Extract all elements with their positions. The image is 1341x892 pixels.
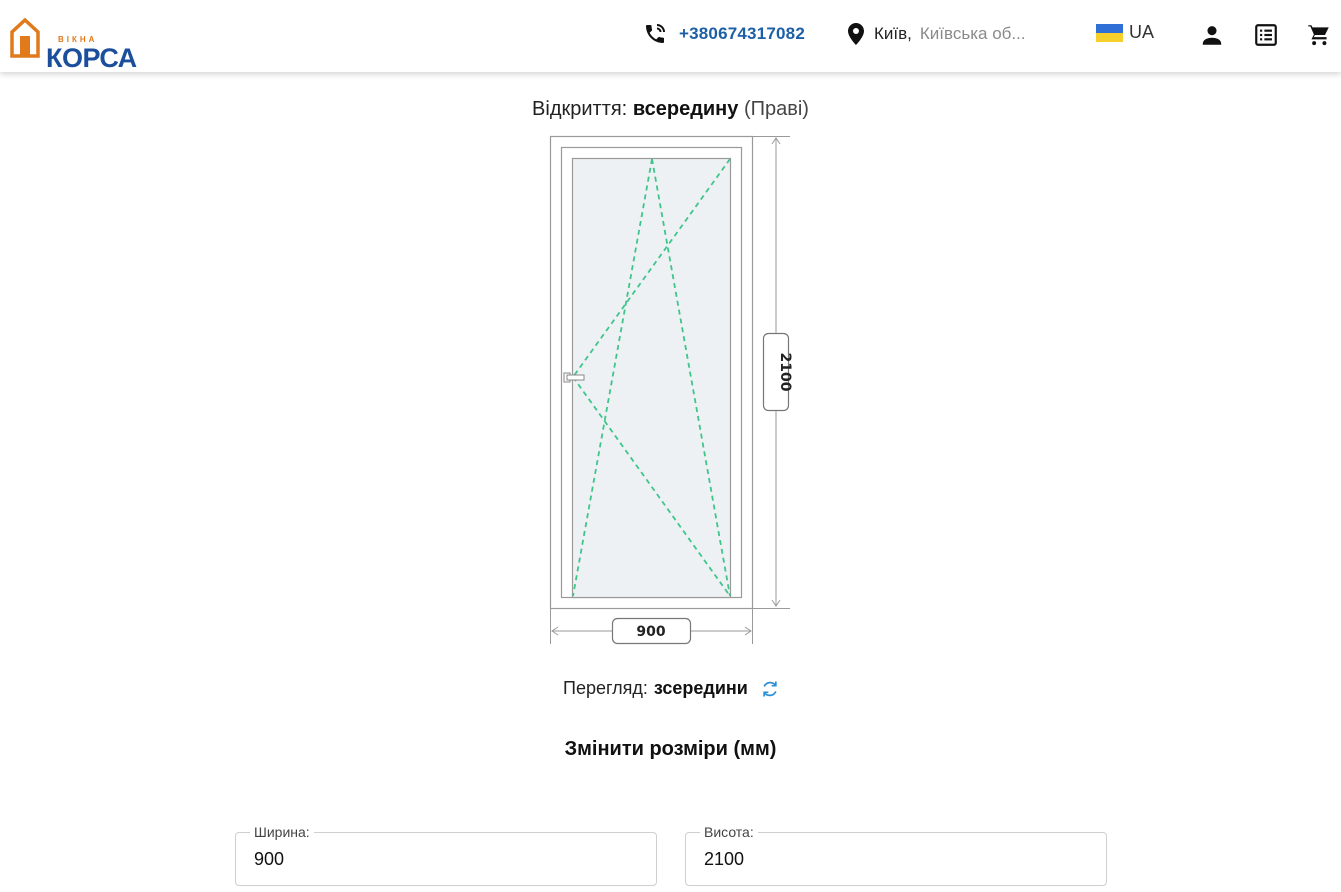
language-selector[interactable]: UA <box>1096 22 1154 43</box>
resize-title: Змінити розміри (мм) <box>564 738 777 760</box>
korsa-logo[interactable]: ВІКНА КОРСА <box>10 16 182 73</box>
site-header: ВІКНА КОРСА +380674317082 Київ, Київська… <box>0 0 1341 73</box>
height-dim-label: 2100 <box>777 353 793 392</box>
location-selector[interactable]: Київ, Київська об... <box>846 22 1026 46</box>
user-icon[interactable] <box>1199 22 1225 48</box>
region-name: Київська об... <box>919 24 1026 43</box>
phone-link[interactable]: +380674317082 <box>643 22 805 46</box>
logo-text: КОРСА <box>46 43 137 73</box>
view-value: зсередини <box>653 678 748 698</box>
opening-side: (Праві) <box>743 98 809 120</box>
handle-lever <box>566 374 585 381</box>
list-icon[interactable] <box>1253 22 1279 48</box>
city-name: Київ, <box>874 24 912 43</box>
width-field-value[interactable]: 900 <box>254 849 284 870</box>
opening-label: Відкриття: <box>532 98 628 120</box>
refresh-icon[interactable] <box>760 679 780 699</box>
window-diagram: 2100 900 <box>549 135 793 645</box>
width-dim-label: 900 <box>636 624 665 640</box>
house-logo-icon <box>10 18 40 58</box>
cart-icon[interactable] <box>1306 22 1332 48</box>
height-field-label: Висота: <box>700 824 758 840</box>
opening-info: Відкриття: всередину (Праві) <box>0 98 1341 121</box>
view-label: Перегляд: <box>563 678 648 698</box>
ukraine-flag-icon <box>1096 23 1123 42</box>
view-toggle[interactable]: Перегляд: зсередини <box>563 678 780 699</box>
language-label: UA <box>1129 22 1155 42</box>
opening-value: всередину <box>632 98 739 120</box>
width-field[interactable]: Ширина: 900 <box>235 824 657 886</box>
location-pin-icon <box>848 23 864 45</box>
height-field[interactable]: Висота: 2100 <box>685 824 1107 886</box>
glass-pane <box>571 157 732 599</box>
width-field-label: Ширина: <box>250 824 314 840</box>
phone-number: +380674317082 <box>679 24 805 43</box>
height-field-value[interactable]: 2100 <box>704 849 744 870</box>
phone-icon <box>646 24 665 43</box>
